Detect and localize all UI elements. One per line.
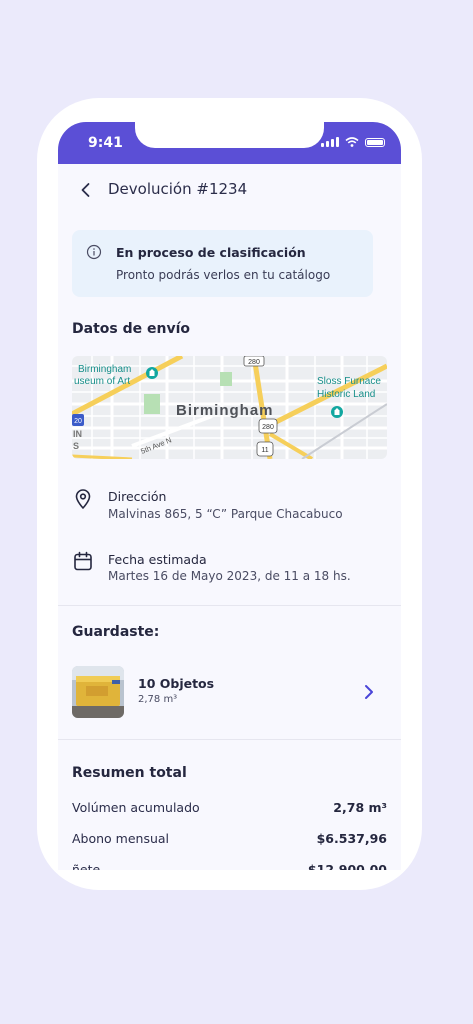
summary-row-value: 2,78 m³ (333, 800, 387, 815)
map-label-edge-1: IN (73, 429, 82, 439)
status-info-banner: En proceso de clasificación Pronto podrá… (72, 230, 373, 297)
summary-row-label: ñete (72, 862, 101, 870)
items-thumbnail (72, 666, 124, 718)
page-title: Devolución #1234 (108, 180, 248, 198)
battery-icon (365, 138, 385, 147)
info-subtitle: Pronto podrás verlos en tu catálogo (116, 268, 331, 282)
map-shield-280: 280 (248, 359, 260, 366)
map-label-museum: Birmingham (78, 364, 131, 375)
summary-row-label: Abono mensual (72, 831, 170, 846)
saved-section-title: Guardaste: (72, 624, 160, 640)
date-label: Fecha estimada (108, 552, 207, 567)
address-label: Dirección (108, 489, 167, 504)
map-label-furnace-2: Historic Land (317, 389, 375, 400)
divider (58, 605, 401, 606)
info-icon (86, 244, 102, 260)
map-label-edge-2: S (73, 441, 79, 451)
top-header: Devolución #1234 (58, 176, 401, 206)
back-arrow-icon[interactable] (76, 180, 96, 200)
shipping-section-title: Datos de envío (72, 321, 190, 337)
signal-icon (321, 137, 339, 147)
summary-row-label: Volúmen acumulado (72, 800, 200, 815)
summary-row-value: $12.900,00 (307, 862, 387, 870)
notch (135, 122, 324, 148)
map-shield-11: 11 (261, 447, 268, 454)
status-bar: 9:41 (58, 122, 401, 164)
divider (58, 739, 401, 740)
info-title: En proceso de clasificación (116, 245, 306, 260)
summary-row-value: $6.537,96 (316, 831, 387, 846)
map-shield-280b: 280 (262, 424, 274, 431)
items-count: 10 Objetos (138, 676, 215, 691)
map-label-museum-2: useum of Art (74, 376, 130, 387)
date-value: Martes 16 de Mayo 2023, de 11 a 18 hs. (108, 569, 351, 583)
items-volume: 2,78 m³ (138, 694, 178, 705)
summary-section-title: Resumen total (72, 765, 187, 781)
wifi-icon (345, 137, 359, 147)
shipping-map[interactable]: 280 280 11 20 Birmingham useum of Art Sl… (72, 356, 387, 459)
map-label-furnace: Sloss Furnace (317, 376, 381, 387)
calendar-icon (74, 551, 92, 571)
location-pin-icon (75, 489, 91, 509)
map-shield-20: 20 (74, 418, 82, 425)
status-time: 9:41 (88, 135, 123, 151)
map-graphic: 280 280 11 20 Birmingham useum of Art Sl… (72, 356, 387, 459)
status-icons (321, 137, 385, 147)
app-screen: 9:41 Devolución #1234 En proceso de clas… (58, 122, 401, 870)
address-value: Malvinas 865, 5 “C” Parque Chacabuco (108, 507, 343, 521)
chevron-right-icon[interactable] (362, 682, 376, 702)
map-label-city: Birmingham (176, 402, 274, 419)
